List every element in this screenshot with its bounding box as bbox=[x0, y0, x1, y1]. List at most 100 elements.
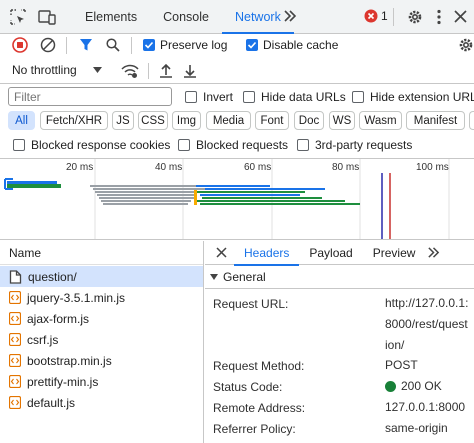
chip-manifest[interactable]: Manifest bbox=[406, 111, 465, 130]
throttling-toolbar: No throttling bbox=[0, 58, 474, 84]
timeline-tick-label: 80 ms bbox=[332, 162, 360, 173]
hide-extension-urls-label: Hide extension URL bbox=[370, 90, 474, 104]
details-tab-bar: Headers Payload Preview bbox=[205, 241, 474, 266]
request-url-key: Request URL: bbox=[213, 297, 289, 311]
tab-console[interactable]: Console bbox=[150, 0, 222, 34]
name-column-header-label: Name bbox=[9, 246, 42, 260]
request-url-line: ion/ bbox=[385, 338, 405, 352]
document-icon bbox=[9, 269, 22, 284]
chip-font[interactable]: Font bbox=[255, 111, 289, 130]
referrer-policy-value: same-origin bbox=[385, 421, 448, 435]
dropdown-caret-icon bbox=[92, 67, 102, 73]
chip-doc[interactable]: Doc bbox=[294, 111, 324, 130]
tab-elements[interactable]: Elements bbox=[72, 0, 150, 34]
status-code-key: Status Code: bbox=[213, 380, 283, 394]
request-row[interactable]: prettify-min.js bbox=[0, 371, 203, 392]
chip-label: JS bbox=[116, 114, 130, 127]
network-toolbar: Preserve log Disable cache bbox=[0, 34, 474, 56]
clear-icon[interactable] bbox=[40, 37, 56, 53]
chip-label: Media bbox=[212, 114, 245, 127]
chip-label: Img bbox=[176, 114, 197, 127]
hide-extension-urls-checkbox[interactable]: Hide extension URL bbox=[352, 90, 474, 104]
chip-css[interactable]: CSS bbox=[138, 111, 168, 130]
divider bbox=[393, 8, 394, 26]
general-section-title: General bbox=[223, 269, 266, 284]
network-overview-timeline[interactable]: 20 ms 40 ms 60 ms 80 ms 100 ms bbox=[0, 158, 474, 240]
request-row[interactable]: ajax-form.js bbox=[0, 308, 203, 329]
chip-js[interactable]: JS bbox=[112, 111, 134, 130]
name-column-header[interactable]: Name bbox=[0, 241, 203, 265]
network-conditions-icon[interactable] bbox=[121, 63, 139, 79]
filter-icon[interactable] bbox=[79, 38, 93, 52]
invert-checkbox[interactable]: Invert bbox=[185, 90, 233, 104]
request-name: csrf.js bbox=[27, 332, 59, 347]
throttling-select[interactable]: No throttling bbox=[12, 63, 102, 77]
chip-all[interactable]: All bbox=[8, 111, 35, 130]
hide-data-urls-checkbox[interactable]: Hide data URLs bbox=[243, 90, 346, 104]
request-row[interactable]: question/ bbox=[0, 266, 203, 287]
network-settings-gear-icon[interactable] bbox=[458, 37, 474, 53]
request-row[interactable]: csrf.js bbox=[0, 329, 203, 350]
chip-ws[interactable]: WS bbox=[329, 111, 355, 130]
filter-input[interactable] bbox=[8, 87, 172, 106]
checkbox-unchecked-icon bbox=[297, 139, 309, 151]
more-options-icon[interactable] bbox=[436, 9, 442, 25]
export-har-icon[interactable] bbox=[183, 63, 197, 79]
tab-payload[interactable]: Payload bbox=[299, 241, 362, 265]
preserve-log-label: Preserve log bbox=[160, 38, 228, 52]
script-file-icon bbox=[9, 312, 21, 325]
tab-preview-label: Preview bbox=[372, 245, 416, 260]
more-tabs-icon[interactable] bbox=[427, 246, 440, 259]
more-tabs-icon[interactable] bbox=[283, 9, 297, 23]
request-row[interactable]: default.js bbox=[0, 392, 203, 413]
divider bbox=[131, 37, 132, 54]
close-details-icon[interactable] bbox=[216, 247, 227, 258]
checkbox-checked-icon bbox=[246, 39, 258, 51]
request-details-panel: Headers Payload Preview General Request … bbox=[205, 241, 474, 443]
checkbox-checked-icon bbox=[143, 39, 155, 51]
search-icon[interactable] bbox=[106, 38, 120, 52]
disable-cache-label: Disable cache bbox=[263, 38, 339, 52]
remote-address-value: 127.0.0.1:8000 bbox=[385, 400, 466, 414]
general-section-header[interactable]: General bbox=[205, 265, 474, 289]
tab-headers-label: Headers bbox=[244, 245, 290, 260]
divider bbox=[66, 37, 67, 54]
checkbox-unchecked-icon bbox=[178, 139, 190, 151]
chip-fetch-xhr[interactable]: Fetch/XHR bbox=[40, 111, 108, 130]
request-row[interactable]: jquery-3.5.1.min.js bbox=[0, 287, 203, 308]
close-devtools-icon[interactable] bbox=[454, 10, 467, 23]
disable-cache-checkbox[interactable]: Disable cache bbox=[246, 38, 338, 52]
tab-elements-label: Elements bbox=[85, 10, 138, 24]
chip-label: Fetch/XHR bbox=[45, 114, 103, 127]
request-name: bootstrap.min.js bbox=[27, 353, 112, 368]
tab-preview[interactable]: Preview bbox=[363, 241, 426, 265]
script-file-icon bbox=[9, 291, 21, 304]
stop-recording-icon[interactable] bbox=[12, 37, 28, 53]
chip-wasm[interactable]: Wasm bbox=[359, 111, 402, 130]
settings-gear-icon[interactable] bbox=[407, 9, 423, 25]
blocked-cookies-checkbox[interactable]: Blocked response cookies bbox=[13, 138, 170, 152]
tab-headers[interactable]: Headers bbox=[234, 241, 300, 266]
request-method-key: Request Method: bbox=[213, 359, 305, 373]
device-toolbar-icon[interactable] bbox=[38, 9, 56, 25]
blocked-filters-row: Blocked response cookies Blocked request… bbox=[0, 135, 474, 155]
chip-label: Wasm bbox=[364, 114, 397, 127]
request-name: question/ bbox=[28, 269, 77, 284]
blocked-requests-label: Blocked requests bbox=[196, 138, 289, 152]
chip-media[interactable]: Media bbox=[206, 111, 251, 130]
inspect-element-icon[interactable] bbox=[10, 9, 26, 25]
import-har-icon[interactable] bbox=[159, 63, 173, 79]
third-party-checkbox[interactable]: 3rd-party requests bbox=[297, 138, 412, 152]
chip-img[interactable]: Img bbox=[172, 111, 201, 130]
preserve-log-checkbox[interactable]: Preserve log bbox=[143, 38, 227, 52]
request-row[interactable]: bootstrap.min.js bbox=[0, 350, 203, 371]
tab-network-label: Network bbox=[234, 10, 281, 24]
chip-label: All bbox=[15, 114, 28, 127]
request-list: Name question/ jquery-3.5.1.min.js ajax-… bbox=[0, 241, 204, 443]
script-file-icon bbox=[9, 375, 21, 388]
chip-other[interactable] bbox=[469, 111, 474, 130]
checkbox-unchecked-icon bbox=[185, 91, 197, 103]
chip-label: Manifest bbox=[413, 114, 458, 127]
error-count-badge[interactable]: 1 bbox=[364, 9, 388, 23]
blocked-requests-checkbox[interactable]: Blocked requests bbox=[178, 138, 288, 152]
